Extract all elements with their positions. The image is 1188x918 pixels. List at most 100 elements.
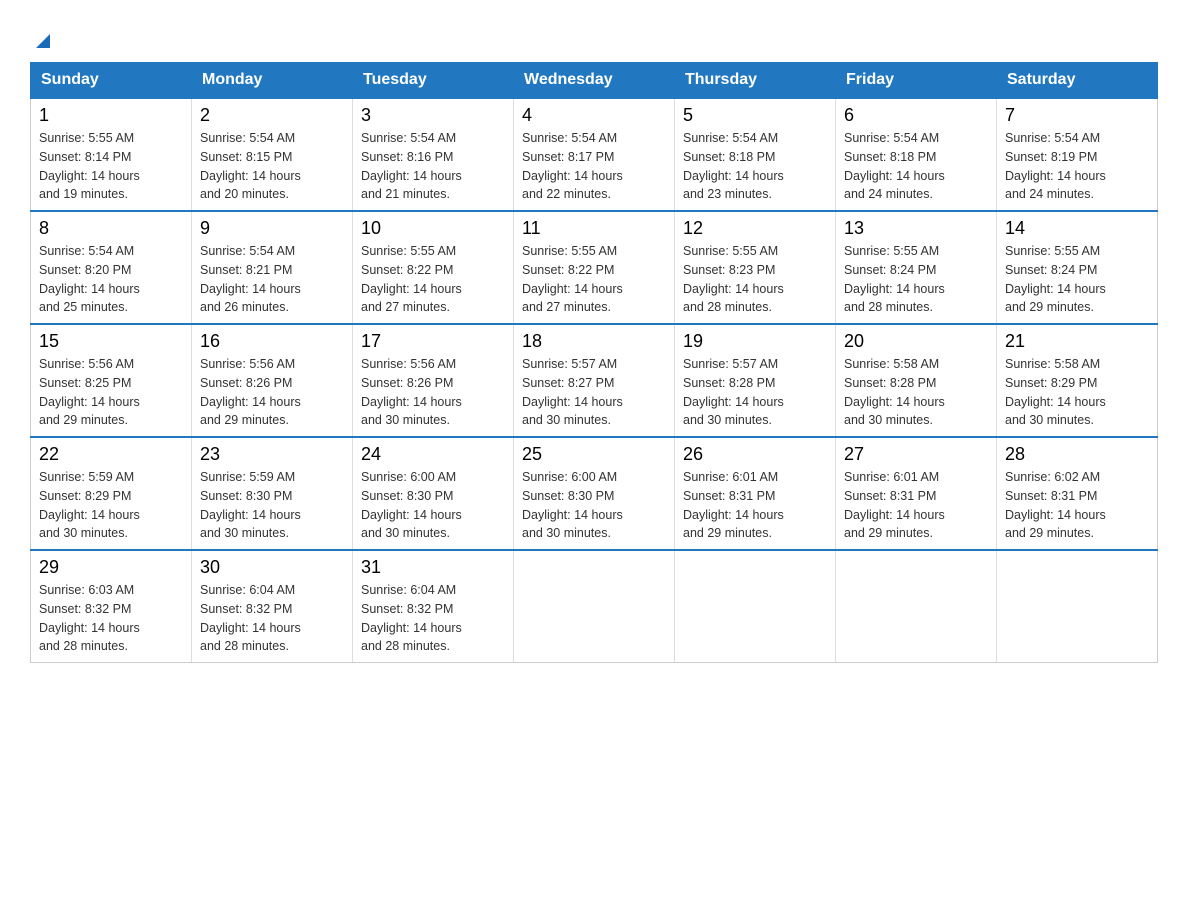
calendar-cell: 16 Sunrise: 5:56 AMSunset: 8:26 PMDayligh… (192, 324, 353, 437)
calendar-cell: 29 Sunrise: 6:03 AMSunset: 8:32 PMDayligh… (31, 550, 192, 663)
calendar-cell (997, 550, 1158, 663)
day-info: Sunrise: 5:54 AMSunset: 8:20 PMDaylight:… (39, 244, 140, 314)
day-info: Sunrise: 6:00 AMSunset: 8:30 PMDaylight:… (522, 470, 623, 540)
day-number: 19 (683, 331, 827, 352)
day-number: 25 (522, 444, 666, 465)
day-info: Sunrise: 5:56 AMSunset: 8:26 PMDaylight:… (361, 357, 462, 427)
day-info: Sunrise: 5:55 AMSunset: 8:24 PMDaylight:… (844, 244, 945, 314)
calendar-table: SundayMondayTuesdayWednesdayThursdayFrid… (30, 62, 1158, 663)
day-number: 23 (200, 444, 344, 465)
day-info: Sunrise: 5:54 AMSunset: 8:18 PMDaylight:… (844, 131, 945, 201)
day-number: 1 (39, 105, 183, 126)
day-number: 12 (683, 218, 827, 239)
day-info: Sunrise: 5:54 AMSunset: 8:15 PMDaylight:… (200, 131, 301, 201)
day-number: 13 (844, 218, 988, 239)
logo-triangle-icon (32, 30, 54, 52)
calendar-cell: 7 Sunrise: 5:54 AMSunset: 8:19 PMDaylight… (997, 98, 1158, 211)
day-number: 18 (522, 331, 666, 352)
day-info: Sunrise: 6:03 AMSunset: 8:32 PMDaylight:… (39, 583, 140, 653)
calendar-week-row: 1 Sunrise: 5:55 AMSunset: 8:14 PMDaylight… (31, 98, 1158, 211)
calendar-cell (675, 550, 836, 663)
day-number: 14 (1005, 218, 1149, 239)
day-number: 21 (1005, 331, 1149, 352)
day-number: 31 (361, 557, 505, 578)
day-info: Sunrise: 5:55 AMSunset: 8:22 PMDaylight:… (361, 244, 462, 314)
day-info: Sunrise: 5:59 AMSunset: 8:29 PMDaylight:… (39, 470, 140, 540)
day-number: 6 (844, 105, 988, 126)
day-number: 10 (361, 218, 505, 239)
day-info: Sunrise: 5:56 AMSunset: 8:26 PMDaylight:… (200, 357, 301, 427)
day-info: Sunrise: 5:56 AMSunset: 8:25 PMDaylight:… (39, 357, 140, 427)
day-info: Sunrise: 5:59 AMSunset: 8:30 PMDaylight:… (200, 470, 301, 540)
day-number: 8 (39, 218, 183, 239)
day-info: Sunrise: 5:57 AMSunset: 8:27 PMDaylight:… (522, 357, 623, 427)
calendar-cell: 27 Sunrise: 6:01 AMSunset: 8:31 PMDayligh… (836, 437, 997, 550)
day-info: Sunrise: 5:58 AMSunset: 8:29 PMDaylight:… (1005, 357, 1106, 427)
calendar-cell: 22 Sunrise: 5:59 AMSunset: 8:29 PMDayligh… (31, 437, 192, 550)
calendar-cell: 8 Sunrise: 5:54 AMSunset: 8:20 PMDaylight… (31, 211, 192, 324)
calendar-cell: 9Sunrise: 5:54 AMSunset: 8:21 PMDaylight… (192, 211, 353, 324)
calendar-cell: 24Sunrise: 6:00 AMSunset: 8:30 PMDayligh… (353, 437, 514, 550)
weekday-header-saturday: Saturday (997, 63, 1158, 99)
calendar-cell: 1 Sunrise: 5:55 AMSunset: 8:14 PMDaylight… (31, 98, 192, 211)
day-number: 22 (39, 444, 183, 465)
day-info: Sunrise: 6:02 AMSunset: 8:31 PMDaylight:… (1005, 470, 1106, 540)
weekday-header-wednesday: Wednesday (514, 63, 675, 99)
calendar-cell: 12 Sunrise: 5:55 AMSunset: 8:23 PMDayligh… (675, 211, 836, 324)
day-info: Sunrise: 5:54 AMSunset: 8:21 PMDaylight:… (200, 244, 301, 314)
day-number: 16 (200, 331, 344, 352)
calendar-cell: 19 Sunrise: 5:57 AMSunset: 8:28 PMDayligh… (675, 324, 836, 437)
day-info: Sunrise: 6:00 AMSunset: 8:30 PMDaylight:… (361, 470, 462, 540)
weekday-header-monday: Monday (192, 63, 353, 99)
day-number: 2 (200, 105, 344, 126)
calendar-cell: 3Sunrise: 5:54 AMSunset: 8:16 PMDaylight… (353, 98, 514, 211)
calendar-cell: 13 Sunrise: 5:55 AMSunset: 8:24 PMDayligh… (836, 211, 997, 324)
calendar-cell: 15 Sunrise: 5:56 AMSunset: 8:25 PMDayligh… (31, 324, 192, 437)
day-number: 17 (361, 331, 505, 352)
calendar-cell: 28Sunrise: 6:02 AMSunset: 8:31 PMDayligh… (997, 437, 1158, 550)
calendar-cell: 11Sunrise: 5:55 AMSunset: 8:22 PMDayligh… (514, 211, 675, 324)
calendar-cell: 5Sunrise: 5:54 AMSunset: 8:18 PMDaylight… (675, 98, 836, 211)
day-number: 5 (683, 105, 827, 126)
calendar-week-row: 8 Sunrise: 5:54 AMSunset: 8:20 PMDaylight… (31, 211, 1158, 324)
day-info: Sunrise: 6:04 AMSunset: 8:32 PMDaylight:… (200, 583, 301, 653)
day-number: 4 (522, 105, 666, 126)
day-info: Sunrise: 5:57 AMSunset: 8:28 PMDaylight:… (683, 357, 784, 427)
calendar-cell: 23 Sunrise: 5:59 AMSunset: 8:30 PMDayligh… (192, 437, 353, 550)
day-number: 26 (683, 444, 827, 465)
calendar-cell (514, 550, 675, 663)
calendar-cell: 10 Sunrise: 5:55 AMSunset: 8:22 PMDayligh… (353, 211, 514, 324)
calendar-week-row: 15 Sunrise: 5:56 AMSunset: 8:25 PMDayligh… (31, 324, 1158, 437)
calendar-cell: 2 Sunrise: 5:54 AMSunset: 8:15 PMDaylight… (192, 98, 353, 211)
calendar-cell: 20Sunrise: 5:58 AMSunset: 8:28 PMDayligh… (836, 324, 997, 437)
day-number: 27 (844, 444, 988, 465)
calendar-cell: 4 Sunrise: 5:54 AMSunset: 8:17 PMDaylight… (514, 98, 675, 211)
calendar-week-row: 29 Sunrise: 6:03 AMSunset: 8:32 PMDayligh… (31, 550, 1158, 663)
calendar-cell: 21 Sunrise: 5:58 AMSunset: 8:29 PMDayligh… (997, 324, 1158, 437)
weekday-header-friday: Friday (836, 63, 997, 99)
day-number: 29 (39, 557, 183, 578)
calendar-cell: 31 Sunrise: 6:04 AMSunset: 8:32 PMDayligh… (353, 550, 514, 663)
calendar-cell (836, 550, 997, 663)
day-info: Sunrise: 5:55 AMSunset: 8:14 PMDaylight:… (39, 131, 140, 201)
day-number: 30 (200, 557, 344, 578)
weekday-header-row: SundayMondayTuesdayWednesdayThursdayFrid… (31, 63, 1158, 99)
calendar-cell: 18 Sunrise: 5:57 AMSunset: 8:27 PMDayligh… (514, 324, 675, 437)
calendar-cell: 30 Sunrise: 6:04 AMSunset: 8:32 PMDayligh… (192, 550, 353, 663)
logo (30, 20, 54, 52)
page-header (30, 20, 1158, 52)
calendar-cell: 17 Sunrise: 5:56 AMSunset: 8:26 PMDayligh… (353, 324, 514, 437)
day-number: 7 (1005, 105, 1149, 126)
day-number: 15 (39, 331, 183, 352)
calendar-cell: 14 Sunrise: 5:55 AMSunset: 8:24 PMDayligh… (997, 211, 1158, 324)
day-info: Sunrise: 5:55 AMSunset: 8:24 PMDaylight:… (1005, 244, 1106, 314)
day-number: 3 (361, 105, 505, 126)
day-info: Sunrise: 6:04 AMSunset: 8:32 PMDaylight:… (361, 583, 462, 653)
day-info: Sunrise: 5:55 AMSunset: 8:22 PMDaylight:… (522, 244, 623, 314)
calendar-week-row: 22 Sunrise: 5:59 AMSunset: 8:29 PMDayligh… (31, 437, 1158, 550)
day-info: Sunrise: 5:55 AMSunset: 8:23 PMDaylight:… (683, 244, 784, 314)
day-info: Sunrise: 5:58 AMSunset: 8:28 PMDaylight:… (844, 357, 945, 427)
day-info: Sunrise: 5:54 AMSunset: 8:19 PMDaylight:… (1005, 131, 1106, 201)
day-info: Sunrise: 6:01 AMSunset: 8:31 PMDaylight:… (844, 470, 945, 540)
day-info: Sunrise: 5:54 AMSunset: 8:17 PMDaylight:… (522, 131, 623, 201)
